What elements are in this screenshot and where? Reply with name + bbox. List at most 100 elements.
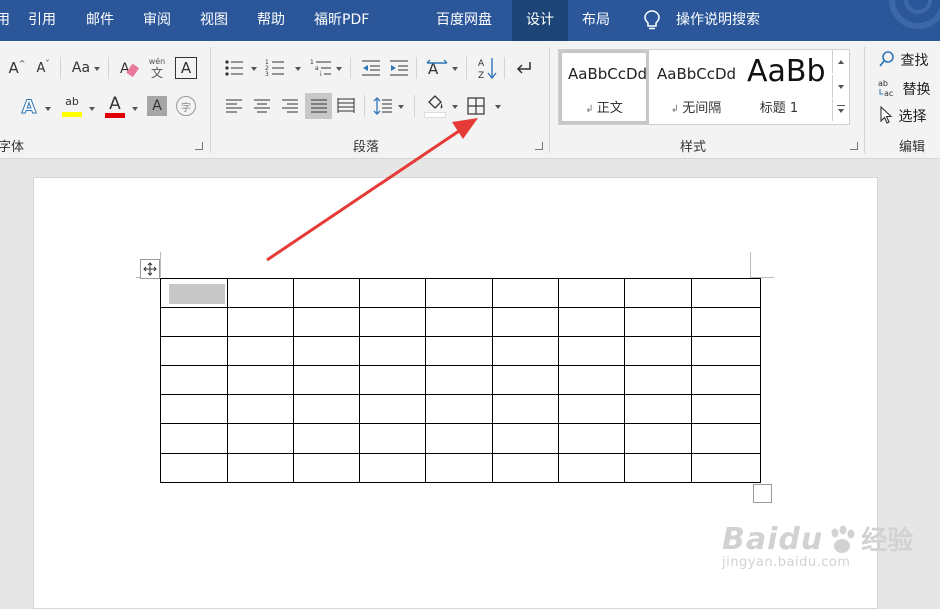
table-cell[interactable] [624,423,692,454]
table-cell[interactable] [624,365,692,396]
line-spacing-icon[interactable] [372,95,394,117]
table-cell[interactable] [691,394,761,425]
lightbulb-icon[interactable] [643,0,661,41]
table-cell[interactable] [227,336,294,367]
table-cell[interactable] [359,307,426,338]
tab-references[interactable]: 引用 [28,0,56,41]
table-cell[interactable] [293,336,360,367]
table-cell[interactable] [359,336,426,367]
align-left-icon[interactable] [223,95,245,117]
align-center-icon[interactable] [251,95,273,117]
clear-formatting-icon[interactable]: A [118,57,140,79]
chevron-down-icon[interactable] [452,67,458,71]
chevron-down-icon[interactable] [132,107,138,111]
shrink-font-icon[interactable]: A ˅ [32,57,54,79]
replace-button[interactable]: ab ac 替换 [878,78,930,99]
table-cell[interactable] [293,277,360,309]
show-marks-icon[interactable] [512,57,534,79]
table-cell[interactable] [425,307,493,338]
table-cell[interactable] [492,423,559,454]
tab-help[interactable]: 帮助 [257,0,285,41]
table-move-handle-icon[interactable] [140,259,160,279]
table-cell[interactable] [492,452,559,483]
table-cell[interactable] [359,423,426,454]
table-cell[interactable] [558,307,625,338]
table-cell[interactable] [425,277,493,309]
table-cell[interactable] [691,452,761,483]
table-cell[interactable] [425,452,493,483]
table-cell[interactable] [160,365,228,396]
chinese-layout-icon[interactable]: A [425,57,449,79]
chevron-down-icon[interactable] [94,67,100,71]
table-cell[interactable] [359,394,426,425]
table-cell[interactable] [624,277,692,309]
table-cell[interactable] [359,365,426,396]
table-cell[interactable] [227,277,294,309]
table-cell[interactable] [624,336,692,367]
table-cell[interactable] [558,452,625,483]
font-color-icon[interactable]: A [104,93,126,119]
styles-dialog-launcher-icon[interactable] [850,142,858,150]
table-cell[interactable] [492,336,559,367]
table-cell[interactable] [227,452,294,483]
tab-mailings[interactable]: 邮件 [86,0,114,41]
table-cell[interactable] [293,423,360,454]
table-cell[interactable] [624,394,692,425]
character-border-icon[interactable]: A [175,57,197,79]
table-cell[interactable] [558,365,625,396]
numbering-icon[interactable]: 1 2 3 [264,57,286,79]
document-table[interactable] [160,277,761,483]
table-cell[interactable] [558,277,625,309]
table-cell[interactable] [425,365,493,396]
table-cell[interactable] [160,277,228,309]
table-cell[interactable] [160,336,228,367]
text-effects-icon[interactable]: A [17,95,41,119]
table-cell[interactable] [359,452,426,483]
chevron-down-icon[interactable] [89,107,95,111]
table-cell[interactable] [293,307,360,338]
table-cell[interactable] [293,365,360,396]
align-right-icon[interactable] [279,95,301,117]
table-cell[interactable] [227,394,294,425]
table-cell[interactable] [359,277,426,309]
table-cell[interactable] [160,423,228,454]
shading-icon[interactable] [423,93,447,119]
chevron-down-icon[interactable] [295,67,301,71]
styles-scroll-down[interactable] [832,75,849,98]
table-cell[interactable] [425,336,493,367]
distributed-icon[interactable] [335,95,357,117]
highlight-color-icon[interactable]: ab [60,93,84,119]
bullets-icon[interactable] [223,57,245,79]
grow-font-icon[interactable]: A ^ [6,57,28,79]
table-cell[interactable] [293,452,360,483]
tab-foxit-pdf[interactable]: 福昕PDF [314,0,369,41]
borders-icon[interactable] [465,95,487,117]
tab-view[interactable]: 视图 [200,0,228,41]
table-cell[interactable] [227,307,294,338]
styles-more[interactable] [832,99,849,121]
table-cell[interactable] [160,452,228,483]
table-resize-handle-icon[interactable] [753,484,772,503]
tab-baidu-netdisk[interactable]: 百度网盘 [436,0,492,41]
character-shading-icon[interactable]: A [147,96,167,116]
table-cell[interactable] [425,394,493,425]
table-cell[interactable] [691,277,761,309]
table-cell[interactable] [492,394,559,425]
tab-layout[interactable]: 布局 [582,0,610,41]
table-cell[interactable] [492,365,559,396]
table-cell[interactable] [558,394,625,425]
justify-icon[interactable] [305,93,332,119]
table-cell[interactable] [492,307,559,338]
chevron-down-icon[interactable] [495,105,501,109]
tab-design[interactable]: 设计 [512,0,568,41]
style-no-spacing[interactable]: AaBbCcDd ↲ 无间隔 [651,50,741,124]
decrease-indent-icon[interactable] [360,57,382,79]
chevron-down-icon[interactable] [45,107,51,111]
multilevel-list-icon[interactable]: 1 a i [309,57,333,79]
table-cell[interactable] [558,336,625,367]
chevron-down-icon[interactable] [336,67,342,71]
style-heading-1[interactable]: AaBb 标题 1 [743,50,826,124]
tab-review[interactable]: 审阅 [143,0,171,41]
table-cell[interactable] [691,307,761,338]
table-cell[interactable] [558,423,625,454]
